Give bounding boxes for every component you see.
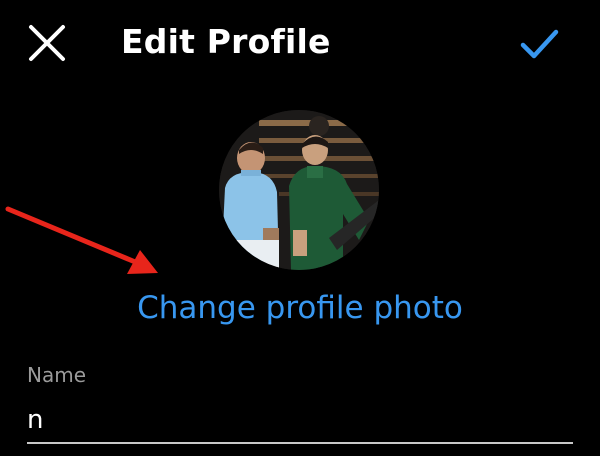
checkmark-icon [520, 29, 559, 59]
header-bar: Edit Profile [0, 0, 600, 90]
red-arrow-annotation [0, 195, 170, 285]
arrow-icon [5, 206, 158, 274]
change-profile-photo-link[interactable]: Change profile photo [0, 285, 600, 331]
confirm-button[interactable] [512, 20, 564, 66]
close-button[interactable] [22, 22, 72, 66]
name-field-label: Name [27, 363, 87, 387]
profile-avatar[interactable] [219, 110, 379, 270]
close-icon [29, 25, 65, 61]
profile-photo [219, 110, 379, 270]
page-title: Edit Profile [121, 22, 331, 61]
name-input[interactable] [27, 398, 573, 444]
